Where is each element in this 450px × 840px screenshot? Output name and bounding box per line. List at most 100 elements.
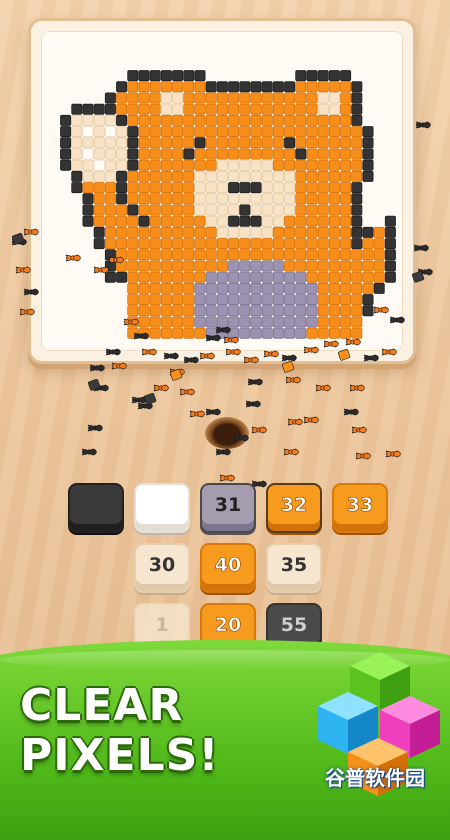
- pixel-cell: [60, 126, 72, 138]
- pixel-cell: [228, 148, 240, 160]
- pixel-cell: [138, 159, 150, 171]
- pixel-cell: [149, 249, 161, 261]
- pixel-cell: [261, 226, 273, 238]
- color-tile[interactable]: 32: [266, 483, 322, 533]
- pixel-cell: [183, 193, 195, 205]
- pixel-cell: [93, 182, 105, 194]
- pixel-cell: [93, 148, 105, 160]
- color-tile[interactable]: 40: [200, 543, 256, 593]
- pixel-cell: [340, 148, 352, 160]
- color-tile[interactable]: [68, 483, 124, 533]
- pixel-cell: [250, 81, 262, 93]
- pixel-cell: [116, 238, 128, 250]
- pixel-cell: [340, 81, 352, 93]
- pixel-cell: [317, 238, 329, 250]
- pixel-cell: [60, 114, 72, 126]
- pixel-cell: [138, 271, 150, 283]
- pixel-cell: [138, 204, 150, 216]
- headline-line1: CLEAR: [20, 680, 184, 731]
- pixel-cell: [239, 137, 251, 149]
- pixel-cell: [172, 226, 184, 238]
- pixel-cell: [261, 81, 273, 93]
- tile-label: 40: [214, 554, 242, 577]
- pixel-cell: [261, 126, 273, 138]
- color-tile[interactable]: 35: [266, 543, 322, 593]
- pixel-cell: [194, 137, 206, 149]
- pixel-cell: [160, 114, 172, 126]
- pixel-cell: [317, 271, 329, 283]
- pixel-cell: [250, 226, 262, 238]
- pixel-cell: [149, 137, 161, 149]
- pixel-cell: [295, 316, 307, 328]
- pixel-cell: [205, 182, 217, 194]
- pixel-cell: [194, 204, 206, 216]
- pixel-cell: [317, 148, 329, 160]
- pixel-cell: [194, 159, 206, 171]
- color-tile[interactable]: 33: [332, 483, 388, 533]
- pixel-cell: [351, 81, 363, 93]
- pixel-cell: [284, 193, 296, 205]
- pixel-cell: [272, 137, 284, 149]
- pixel-cell: [284, 282, 296, 294]
- pixel-cell: [138, 148, 150, 160]
- pixel-cell: [93, 193, 105, 205]
- pixel-cell: [149, 114, 161, 126]
- pixel-cell: [340, 316, 352, 328]
- pixel-cell: [172, 103, 184, 115]
- pixel-cell: [205, 238, 217, 250]
- pixel-cell: [340, 204, 352, 216]
- pixel-cell: [205, 249, 217, 261]
- pixel-cell: [328, 271, 340, 283]
- pixel-cell: [284, 294, 296, 306]
- pixel-cell: [362, 294, 374, 306]
- color-tile[interactable]: 30: [134, 543, 190, 593]
- pixel-cell: [306, 294, 318, 306]
- pixel-cell: [306, 70, 318, 82]
- pixel-cell: [272, 294, 284, 306]
- pixel-cell: [183, 249, 195, 261]
- pixel-cell: [216, 271, 228, 283]
- pixel-cell: [250, 126, 262, 138]
- color-tile[interactable]: 31: [200, 483, 256, 533]
- pixel-cell: [93, 126, 105, 138]
- pixel-cell: [82, 170, 94, 182]
- pixel-cell: [340, 193, 352, 205]
- pixel-cell: [306, 126, 318, 138]
- pixel-cell: [160, 70, 172, 82]
- pixel-cell: [351, 137, 363, 149]
- tile-label: 35: [280, 554, 308, 576]
- pixel-cell: [172, 327, 184, 339]
- pixel-cell: [362, 238, 374, 250]
- pixel-cell: [272, 114, 284, 126]
- pixel-cell: [328, 238, 340, 250]
- pixel-cell: [250, 92, 262, 104]
- pixel-cell: [328, 137, 340, 149]
- pixel-cell: [328, 260, 340, 272]
- ant-hole[interactable]: [205, 417, 249, 449]
- pixel-cell: [228, 249, 240, 261]
- pixel-cell: [216, 294, 228, 306]
- pixel-cell: [340, 114, 352, 126]
- pixel-cell: [194, 294, 206, 306]
- pixel-cell: [317, 170, 329, 182]
- pixel-cell: [261, 204, 273, 216]
- pixel-cell: [351, 294, 363, 306]
- pixel-cell: [138, 193, 150, 205]
- pixel-cell: [216, 282, 228, 294]
- pixel-cell: [93, 103, 105, 115]
- pixel-cell: [194, 170, 206, 182]
- pixel-cell: [328, 226, 340, 238]
- pixel-cell: [261, 305, 273, 317]
- pixel-cell: [351, 103, 363, 115]
- pixel-cell: [116, 260, 128, 272]
- pixel-cell: [228, 103, 240, 115]
- pixel-cell: [205, 148, 217, 160]
- pixel-cell: [284, 114, 296, 126]
- pixel-cell: [127, 294, 139, 306]
- pixel-cell: [127, 316, 139, 328]
- pixel-cell: [194, 249, 206, 261]
- pixel-cell: [250, 159, 262, 171]
- color-tile[interactable]: [134, 483, 190, 533]
- pixel-cell: [172, 271, 184, 283]
- pixel-cell: [272, 260, 284, 272]
